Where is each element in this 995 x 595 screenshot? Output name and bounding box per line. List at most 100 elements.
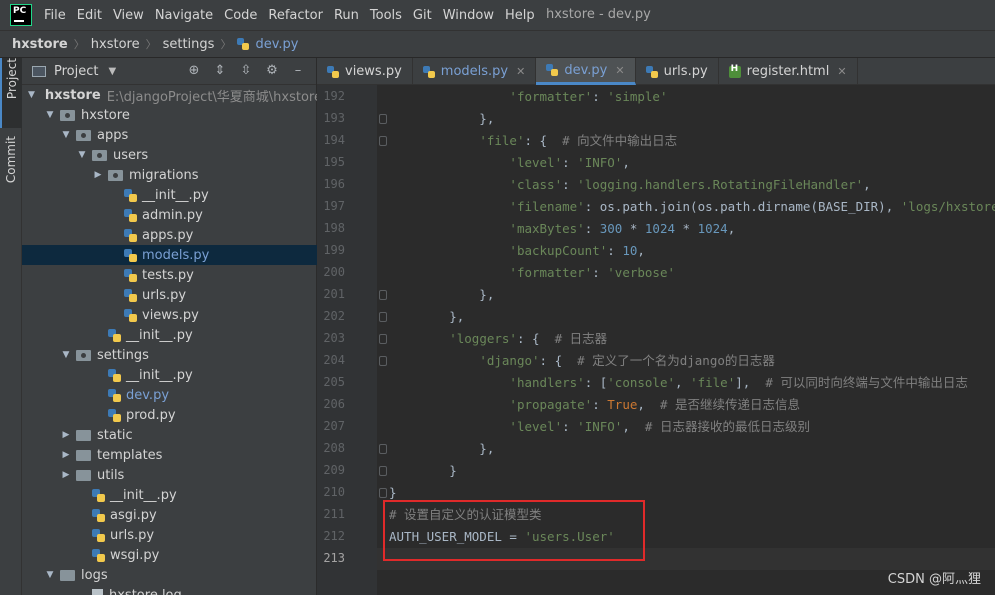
chevron-down-icon[interactable]: ▼: [28, 90, 35, 100]
tree-item[interactable]: ▶ migrations: [22, 165, 317, 185]
menu-window[interactable]: Window: [443, 8, 494, 23]
breadcrumb-item[interactable]: hxstore: [12, 37, 68, 52]
code-line[interactable]: 'handlers': ['console', 'file'], # 可以同时向…: [389, 372, 967, 394]
menu-navigate[interactable]: Navigate: [155, 8, 213, 23]
chevron-down-icon[interactable]: ▼: [44, 110, 56, 120]
editor-tab[interactable]: views.py: [317, 58, 413, 85]
collapse-all-icon[interactable]: ⇳: [238, 63, 254, 79]
menu-edit[interactable]: Edit: [77, 8, 102, 23]
tree-item[interactable]: ▶tests.py: [22, 265, 317, 285]
tool-tab-commit[interactable]: Commit: [0, 136, 22, 206]
tree-item[interactable]: ▶urls.py: [22, 285, 317, 305]
menu-code[interactable]: Code: [224, 8, 257, 23]
locate-file-icon[interactable]: ⊕: [186, 63, 202, 79]
tree-item[interactable]: ▶asgi.py: [22, 505, 317, 525]
code-line[interactable]: 'loggers': { # 日志器: [389, 328, 607, 350]
editor-tab[interactable]: dev.py ✕: [536, 58, 636, 85]
project-view-selector[interactable]: Project: [54, 64, 98, 79]
code-line[interactable]: },: [389, 438, 494, 460]
editor-tab[interactable]: models.py ✕: [413, 58, 537, 85]
menu-help[interactable]: Help: [505, 8, 535, 23]
tree-item[interactable]: ▼ hxstore: [22, 105, 317, 125]
hide-panel-icon[interactable]: –: [290, 63, 306, 79]
editor-tab[interactable]: register.html ✕: [719, 58, 858, 85]
code-line[interactable]: },: [389, 108, 494, 130]
chevron-down-icon[interactable]: ▼: [108, 66, 116, 77]
chevron-right-icon[interactable]: ▶: [60, 450, 72, 460]
menu-file[interactable]: File: [44, 8, 66, 23]
tree-item[interactable]: ▶admin.py: [22, 205, 317, 225]
tool-tab-project[interactable]: Project: [0, 58, 22, 128]
tree-item[interactable]: ▼ settings: [22, 345, 317, 365]
breadcrumb-item[interactable]: hxstore: [91, 37, 140, 52]
menu-view[interactable]: View: [113, 8, 144, 23]
code-line[interactable]: 'formatter': 'simple': [389, 86, 667, 108]
menu-refactor[interactable]: Refactor: [268, 8, 323, 23]
code-line[interactable]: },: [389, 284, 494, 306]
tree-item[interactable]: ▼ apps: [22, 125, 317, 145]
fold-marker-icon[interactable]: [379, 488, 387, 498]
gear-icon[interactable]: ⚙: [264, 63, 280, 79]
code-line[interactable]: },: [389, 306, 464, 328]
fold-marker-icon[interactable]: [379, 356, 387, 366]
tree-item[interactable]: ▶ utils: [22, 465, 317, 485]
tree-item[interactable]: ▼ hxstore E:\djangoProject\华夏商城\hxstore: [22, 85, 322, 105]
chevron-down-icon[interactable]: ▼: [44, 570, 56, 580]
menu-git[interactable]: Git: [413, 8, 432, 23]
tree-item[interactable]: ▶prod.py: [22, 405, 317, 425]
close-icon[interactable]: ✕: [837, 65, 846, 78]
tree-item[interactable]: ▶models.py: [22, 245, 317, 265]
tree-item[interactable]: ▶ templates: [22, 445, 317, 465]
menu-tools[interactable]: Tools: [370, 8, 402, 23]
code-line[interactable]: }: [389, 460, 457, 482]
tree-item[interactable]: ▶hxstore.log: [22, 585, 317, 595]
tree-item[interactable]: ▶dev.py: [22, 385, 317, 405]
tree-item[interactable]: ▶apps.py: [22, 225, 317, 245]
chevron-right-icon[interactable]: ▶: [92, 170, 104, 180]
code-line[interactable]: 'propagate': True, # 是否继续传递日志信息: [389, 394, 800, 416]
fold-marker-icon[interactable]: [379, 444, 387, 454]
tree-item[interactable]: ▶__init__.py: [22, 325, 317, 345]
fold-marker-icon[interactable]: [379, 290, 387, 300]
tree-item[interactable]: ▶wsgi.py: [22, 545, 317, 565]
tree-item[interactable]: ▶__init__.py: [22, 365, 317, 385]
breadcrumb-item[interactable]: dev.py: [255, 37, 298, 52]
editor-tab[interactable]: urls.py: [636, 58, 719, 85]
tree-item[interactable]: ▶__init__.py: [22, 185, 317, 205]
code-line[interactable]: 'backupCount': 10,: [389, 240, 645, 262]
code-line[interactable]: 'formatter': 'verbose': [389, 262, 675, 284]
code-line[interactable]: 'class': 'logging.handlers.RotatingFileH…: [389, 174, 870, 196]
chevron-down-icon[interactable]: ▼: [60, 350, 72, 360]
tree-item[interactable]: ▶__init__.py: [22, 485, 317, 505]
tree-item[interactable]: ▶views.py: [22, 305, 317, 325]
line-number: 207: [323, 419, 345, 433]
tree-item-label: utils: [97, 467, 125, 483]
menu-run[interactable]: Run: [334, 8, 359, 23]
code-line[interactable]: 'level': 'INFO', # 日志器接收的最低日志级别: [389, 416, 810, 438]
close-icon[interactable]: ✕: [516, 65, 525, 78]
expand-all-icon[interactable]: ⇕: [212, 63, 228, 79]
fold-marker-icon[interactable]: [379, 466, 387, 476]
pycharm-logo-icon[interactable]: PC: [10, 4, 32, 26]
fold-marker-icon[interactable]: [379, 312, 387, 322]
close-icon[interactable]: ✕: [615, 64, 624, 77]
chevron-right-icon[interactable]: ▶: [60, 470, 72, 480]
python-file-icon: [92, 508, 105, 522]
code-line[interactable]: 'django': { # 定义了一个名为django的日志器: [389, 350, 775, 372]
breadcrumb-item[interactable]: settings: [163, 37, 215, 52]
fold-marker-icon[interactable]: [379, 334, 387, 344]
code-line[interactable]: 'file': { # 向文件中输出日志: [389, 130, 677, 152]
tree-item[interactable]: ▶urls.py: [22, 525, 317, 545]
code-line[interactable]: 'level': 'INFO',: [389, 152, 629, 174]
chevron-down-icon[interactable]: ▼: [76, 150, 88, 160]
fold-marker-icon[interactable]: [379, 114, 387, 124]
code-line[interactable]: 'filename': os.path.join(os.path.dirname…: [389, 196, 995, 218]
tree-item[interactable]: ▶ static: [22, 425, 317, 445]
tree-item[interactable]: ▼ users: [22, 145, 317, 165]
chevron-down-icon[interactable]: ▼: [60, 130, 72, 140]
code-line[interactable]: 'maxBytes': 300 * 1024 * 1024,: [389, 218, 735, 240]
python-file-icon: [92, 488, 105, 502]
chevron-right-icon[interactable]: ▶: [60, 430, 72, 440]
tree-item[interactable]: ▼ logs: [22, 565, 317, 585]
fold-marker-icon[interactable]: [379, 136, 387, 146]
